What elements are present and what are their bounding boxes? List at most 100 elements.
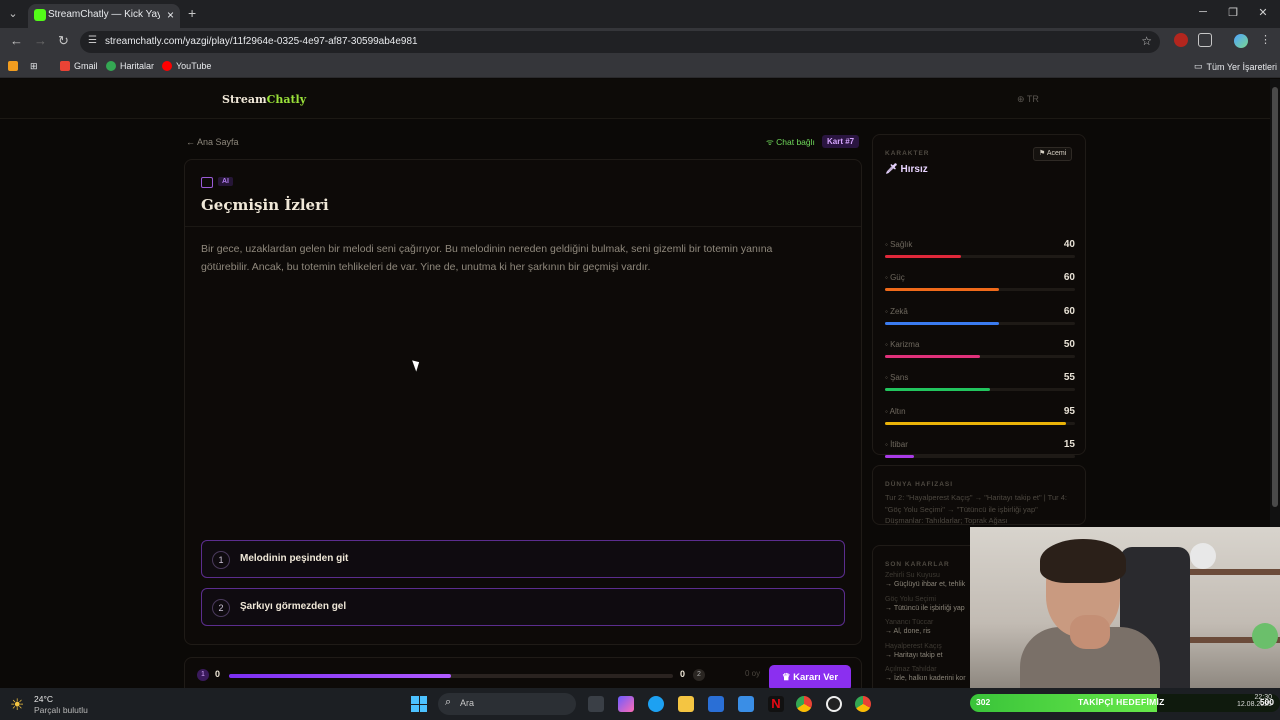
stat-row: ◦ Şans 55 — [885, 372, 1075, 397]
new-tab-icon[interactable]: + — [188, 5, 196, 21]
site-header: StreamChatly ⊕ TR — [0, 79, 1270, 119]
wifi-icon: ᯤ — [766, 137, 774, 147]
stat-bar-fill — [885, 288, 999, 292]
folder-icon: ▭ — [1194, 61, 1203, 71]
address-bar[interactable]: ☰ streamchatly.com/yazgi/play/11f2964e-0… — [80, 31, 1160, 53]
browser-tabbar: ⌄ StreamChatly — Kick Yayıncıları × + ─ … — [0, 0, 1280, 28]
stat-bar-fill — [885, 421, 1066, 425]
apps-grid-icon[interactable] — [8, 61, 18, 71]
stat-bar-track — [885, 255, 1075, 258]
crown-icon: ♛ — [781, 672, 791, 683]
scroll-thumb[interactable] — [1272, 87, 1278, 507]
decide-button[interactable]: ♛ Kararı Ver — [769, 665, 851, 688]
search-icon: ⌕ — [445, 696, 452, 708]
webcam-person-hair — [1040, 539, 1126, 583]
story-text: Bir gece, uzaklardan gelen bir melodi se… — [201, 243, 773, 273]
option-2[interactable]: 2 Şarkıyı görmezden gel — [201, 588, 845, 626]
vote-option-1-badge: 1 — [197, 669, 209, 681]
language-switch[interactable]: ⊕ TR — [1017, 94, 1039, 105]
taskbar-search[interactable]: ⌕ Ara — [438, 693, 576, 715]
tab-title: StreamChatly — Kick Yayıncıları — [48, 9, 160, 20]
extensions-puzzle-icon[interactable] — [1198, 33, 1212, 47]
clover-icon: ◦ — [885, 373, 888, 383]
stat-bar-track — [885, 354, 1075, 358]
story-icon — [201, 177, 213, 188]
option-number: 2 — [212, 599, 230, 617]
stat-value: 50 — [1063, 338, 1075, 350]
start-button[interactable] — [411, 696, 427, 712]
webcam-plush — [1190, 543, 1216, 569]
back-home-link[interactable]: ← Ana Sayfa — [186, 137, 239, 147]
stat-bar-fill — [885, 321, 999, 325]
vote-option-1-count: 0 — [215, 669, 221, 679]
bookmarks-bar: ⊞ Gmail Haritalar YouTube ▭ Tüm Yer İşare… — [0, 56, 1280, 78]
memory-text: Tur 2: "Hayalperest Kaçış" → "Haritayı t… — [885, 493, 1067, 525]
forward-arrow-icon[interactable]: → — [34, 33, 47, 48]
stat-bar-track — [885, 321, 1075, 325]
vote-progress-fill — [229, 674, 451, 678]
chrome-active-icon[interactable] — [855, 696, 871, 712]
stat-value: 60 — [1063, 272, 1075, 284]
gmail-icon — [60, 61, 70, 71]
vote-option-2-badge: 2 — [693, 669, 705, 681]
all-bookmarks[interactable]: ▭ Tüm Yer İşaretleri — [1194, 61, 1277, 72]
stat-label: ◦ Şans — [885, 373, 909, 383]
site-info-icon[interactable]: ☰ — [88, 35, 97, 46]
youtube-icon — [162, 61, 172, 71]
webcam-overlay — [970, 527, 1280, 688]
stat-value: 60 — [1063, 305, 1075, 317]
browser-toolbar: ← → ↻ ☰ streamchatly.com/yazgi/play/11f2… — [0, 28, 1280, 56]
store-icon[interactable] — [708, 696, 724, 712]
weather-temp[interactable]: 24°C — [34, 694, 53, 704]
coin-icon: ◦ — [885, 406, 888, 416]
decisions-heading: SON KARARLAR — [885, 561, 950, 568]
apps-icon[interactable]: ⊞ — [30, 61, 38, 72]
weather-icon[interactable]: ☀ — [10, 695, 24, 715]
restore-icon[interactable]: ❐ — [1226, 6, 1240, 19]
brain-icon: ◦ — [885, 306, 888, 316]
mail-icon[interactable] — [738, 696, 754, 712]
bookmark-gmail[interactable]: Gmail — [60, 61, 98, 71]
site-logo[interactable]: StreamChatly — [222, 93, 306, 106]
stat-bar-track — [885, 421, 1075, 425]
follower-goal-current: 302 — [976, 697, 991, 707]
url-text[interactable]: streamchatly.com/yazgi/play/11f2964e-032… — [105, 36, 418, 47]
divider — [185, 226, 861, 227]
stat-row: ◦ Altın 95 — [885, 406, 1075, 431]
file-explorer-icon[interactable] — [678, 696, 694, 712]
stat-label: ◦ Altın — [885, 406, 906, 416]
stat-label: ◦ İtibar — [885, 439, 908, 449]
level-icon: ⚑ — [1039, 150, 1046, 157]
bookmark-star-icon[interactable]: ☆ — [1141, 34, 1152, 48]
sword-icon: ◦ — [885, 273, 888, 283]
chrome-icon[interactable] — [796, 696, 812, 712]
extension-icon[interactable] — [1174, 33, 1188, 47]
option-1[interactable]: 1 Melodinin peşinden git — [201, 540, 845, 578]
browser-tab[interactable]: StreamChatly — Kick Yayıncıları × — [28, 4, 180, 28]
weather-desc[interactable]: Parçalı bulutlu — [34, 705, 88, 715]
close-window-icon[interactable]: ✕ — [1256, 6, 1270, 19]
bookmark-maps[interactable]: Haritalar — [106, 61, 154, 71]
clock-date: 12.08.2025 — [1236, 701, 1272, 708]
edge-icon[interactable] — [648, 696, 664, 712]
tab-search-icon[interactable]: ⌄ — [4, 5, 22, 23]
reload-icon[interactable]: ↻ — [58, 33, 69, 49]
taskbar-clock[interactable]: 22:30 12.08.2025 — [1232, 694, 1272, 708]
copilot-icon[interactable] — [618, 696, 634, 712]
option-label: Melodinin peşinden git — [240, 553, 349, 564]
follower-goal-label: TAKİPÇİ HEDEFİMİZ — [1078, 697, 1165, 707]
obs-icon[interactable] — [826, 696, 842, 712]
browser-menu-icon[interactable]: ⋮ — [1260, 33, 1271, 46]
bookmark-youtube[interactable]: YouTube — [162, 61, 211, 71]
stat-value: 40 — [1063, 239, 1075, 250]
back-arrow-icon[interactable]: ← — [10, 33, 23, 48]
minimize-icon[interactable]: ─ — [1196, 6, 1210, 18]
heart-icon: ◦ — [885, 240, 888, 249]
netflix-icon[interactable]: N — [768, 696, 784, 712]
tab-close-icon[interactable]: × — [167, 8, 174, 22]
stat-bar-fill — [885, 454, 914, 458]
task-view-icon[interactable] — [588, 696, 604, 712]
stat-bar-fill — [885, 255, 961, 258]
clock-time: 22:30 — [1254, 694, 1272, 701]
profile-avatar[interactable] — [1234, 34, 1248, 48]
